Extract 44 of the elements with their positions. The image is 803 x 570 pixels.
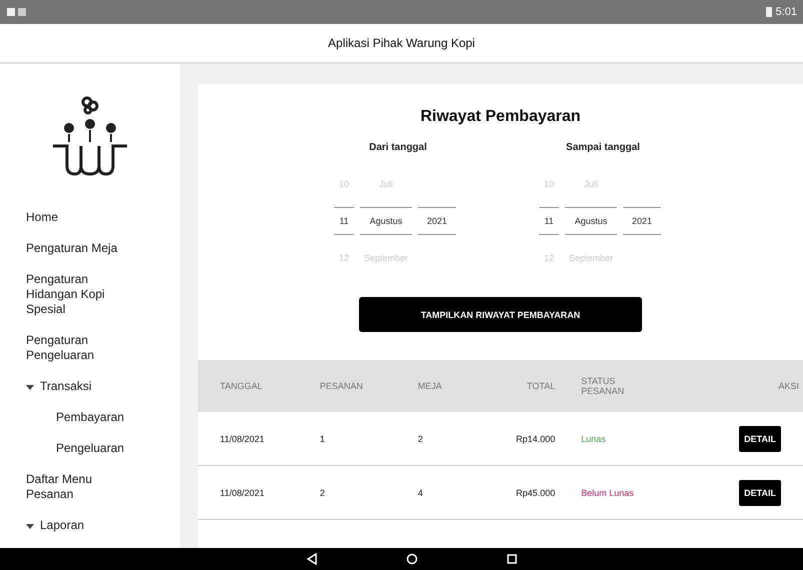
menu-item[interactable]: Pengeluaran: [48, 433, 166, 464]
date-spinner-value[interactable]: Agustus: [565, 207, 617, 235]
column-header: TANGGAL: [220, 381, 262, 391]
menu-item[interactable]: Home: [26, 202, 136, 233]
table-cell: Rp45.000: [516, 488, 556, 498]
date-spinner-value[interactable]: 11: [539, 207, 559, 235]
back-icon[interactable]: [306, 553, 318, 565]
date-label: Dari tanggal: [369, 142, 427, 153]
date-spinner-value[interactable]: 11: [334, 207, 354, 235]
table-cell: 2: [418, 434, 423, 444]
page-title: Riwayat Pembayaran: [419, 108, 582, 126]
date-spinner-value[interactable]: 2021: [623, 207, 661, 235]
date-label: Sampai tanggal: [566, 142, 640, 153]
column-header: STATUS PESANAN: [581, 376, 626, 396]
menu-group[interactable]: Transaksi: [26, 371, 136, 402]
menu-group[interactable]: Laporan: [26, 510, 136, 541]
table-cell: 1: [320, 434, 325, 444]
status-label: Belum Lunas: [581, 488, 634, 498]
column-header: TOTAL: [526, 381, 556, 391]
table-cell: 2: [320, 488, 325, 498]
table-cell: Rp14.000: [516, 434, 556, 444]
menu-item[interactable]: Pengaturan Pengeluaran: [26, 325, 136, 371]
show-history-button[interactable]: TAMPILKAN RIWAYAT PEMBAYARAN: [359, 297, 642, 332]
menu-item[interactable]: Daftar Menu Pesanan: [26, 464, 136, 510]
column-header: MEJA: [418, 381, 442, 391]
notification-icon: [6, 7, 28, 17]
recents-icon[interactable]: [506, 553, 518, 565]
battery-icon: [764, 6, 773, 18]
detail-button[interactable]: DETAIL: [739, 426, 781, 452]
menu-item[interactable]: Pembayaran: [48, 402, 166, 433]
table-cell: 4: [418, 488, 423, 498]
table-cell: 11/08/2021: [220, 488, 264, 498]
clock-time: 5:01: [776, 6, 797, 18]
column-header: PESANAN: [320, 381, 363, 391]
date-spinner-value[interactable]: Agustus: [360, 207, 412, 235]
table-cell: 11/08/2021: [220, 434, 264, 444]
home-icon[interactable]: [406, 553, 418, 565]
menu-item[interactable]: Pengaturan Meja: [26, 233, 136, 264]
status-label: Lunas: [581, 434, 606, 444]
date-spinner-value[interactable]: 2021: [418, 207, 456, 235]
menu-item[interactable]: Pengaturan Hidangan Kopi Spesial: [26, 264, 136, 325]
detail-button[interactable]: DETAIL: [739, 480, 781, 506]
column-header: AKSI: [778, 381, 799, 391]
app-title: Aplikasi Pihak Warung Kopi: [328, 36, 475, 50]
